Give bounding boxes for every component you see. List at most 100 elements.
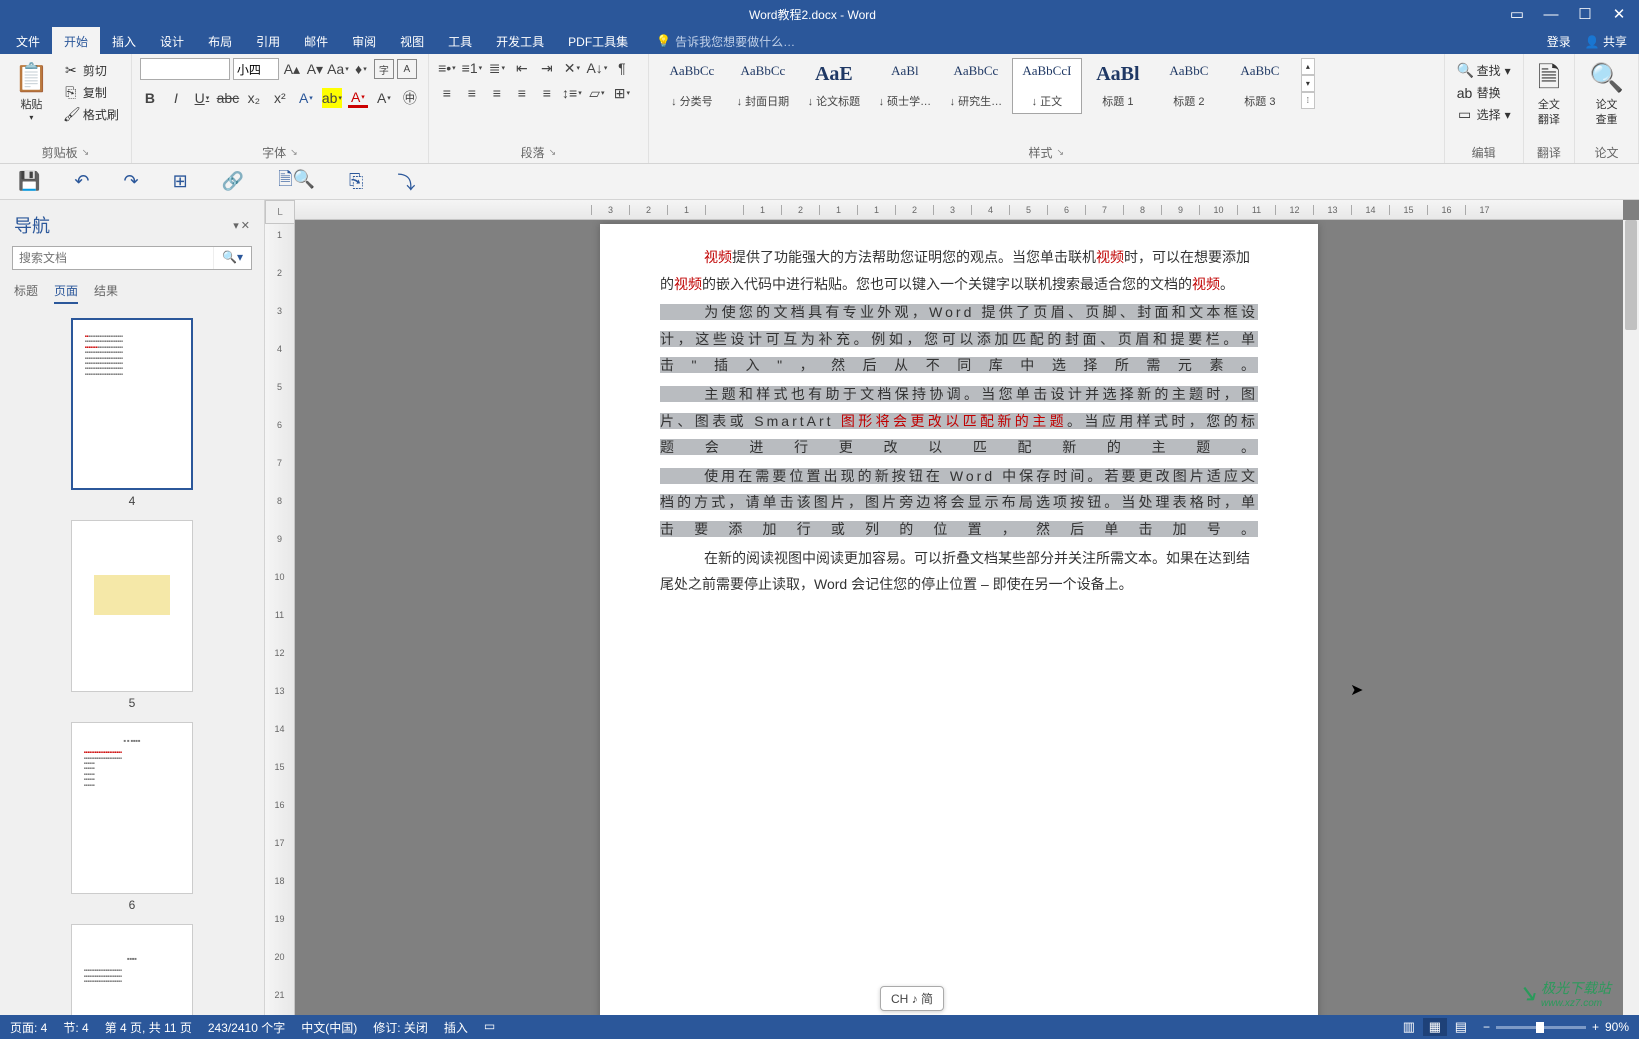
vertical-ruler[interactable]: 1234567891011121314151617181920212223 [265,220,295,1015]
bold-button[interactable]: B [140,88,160,108]
font-name-input[interactable] [140,58,230,80]
page-thumb-4[interactable]: ■■■■■■■■■■■■■■■■■■■■■■■■■■■■■■■■■■■■■■■■… [71,318,193,490]
login-button[interactable]: 登录 [1547,33,1571,50]
nav-close-icon[interactable]: ✕ [241,219,250,232]
ruler-toggle[interactable]: L [265,200,295,224]
copy-button[interactable]: ⎘复制 [59,83,123,102]
tab-view[interactable]: 视图 [388,27,436,56]
status-insert[interactable]: 插入 [444,1019,468,1036]
nav-search[interactable]: 🔍▾ [12,246,252,270]
sort-button[interactable]: A↓ [587,58,607,78]
find-button[interactable]: 🔍查找 ▾ [1453,61,1515,80]
tab-tools[interactable]: 工具 [436,27,484,56]
qat-table-button[interactable]: ⊞ [173,171,188,192]
qat-undo-button[interactable]: ↶ [74,171,89,192]
style-[interactable]: AaBbCc↓ 封面日期 [728,58,798,114]
show-marks-button[interactable]: ¶ [612,58,632,78]
borders-button[interactable]: ⊞ [612,83,632,103]
tab-review[interactable]: 审阅 [340,27,388,56]
align-justify-button[interactable]: ≡ [512,83,532,103]
grow-font-button[interactable]: A▴ [282,59,302,79]
font-size-input[interactable] [233,58,279,80]
qat-save-button[interactable]: 💾 [18,171,40,192]
cut-button[interactable]: ✂剪切 [59,61,123,80]
tab-dev[interactable]: 开发工具 [484,27,556,56]
decrease-indent-button[interactable]: ⇤ [512,58,532,78]
view-read-button[interactable]: ▥ [1397,1018,1421,1036]
style-[interactable]: AaBbCcI↓ 正文 [1012,58,1082,114]
line-spacing-button[interactable]: ↕≡ [562,83,582,103]
nav-dropdown-icon[interactable]: ▾ [233,219,239,232]
tab-home[interactable]: 开始 [52,27,100,56]
char-border-button[interactable]: A [397,59,417,79]
style-3[interactable]: AaBbC标题 3 [1225,58,1295,114]
tab-layout[interactable]: 布局 [196,27,244,56]
shading-button[interactable]: ▱ [587,83,607,103]
tab-file[interactable]: 文件 [4,27,52,56]
qat-preview-button[interactable]: 🗎🔍 [278,167,315,197]
style-2[interactable]: AaBbC标题 2 [1154,58,1224,114]
view-print-button[interactable]: ▦ [1423,1018,1447,1036]
replace-button[interactable]: ab替换 [1453,83,1515,102]
italic-button[interactable]: I [166,88,186,108]
zoom-slider-thumb[interactable] [1536,1022,1544,1033]
qat-copy-button[interactable]: ⎘ [349,171,363,192]
align-distribute-button[interactable]: ≡ [537,83,557,103]
align-right-button[interactable]: ≡ [487,83,507,103]
paste-button[interactable]: 📋粘贴▾ [8,58,55,125]
format-painter-button[interactable]: 🖌格式刷 [59,105,123,124]
styles-launcher-icon[interactable]: ↘ [1056,147,1064,158]
phonetic-guide-button[interactable]: 字 [374,59,394,79]
increase-indent-button[interactable]: ⇥ [537,58,557,78]
subscript-button[interactable]: x₂ [244,88,264,108]
status-words[interactable]: 243/2410 个字 [208,1019,285,1036]
bullets-button[interactable]: ≡• [437,58,457,78]
numbering-button[interactable]: ≡1 [462,58,482,78]
enclose-char-button[interactable]: ㊥ [400,88,420,108]
minimize-button[interactable]: — [1535,3,1567,25]
status-language[interactable]: 中文(中国) [301,1019,357,1036]
tab-references[interactable]: 引用 [244,27,292,56]
search-icon[interactable]: 🔍▾ [213,247,251,269]
qat-link-button[interactable]: 🔗 [222,171,244,192]
nav-tab-results[interactable]: 结果 [94,282,118,304]
font-color-button[interactable]: A [348,88,368,108]
page-thumb-6[interactable]: ■ ■ ■■■■■■■■■■■■■■■■■■■■■■■■■■■■■■■■■■■■… [71,722,193,894]
change-case-button[interactable]: Aa [328,59,348,79]
nav-search-input[interactable] [13,247,213,269]
status-pages[interactable]: 第 4 页, 共 11 页 [105,1019,192,1036]
font-launcher-icon[interactable]: ↘ [290,147,298,158]
style-scroll[interactable]: ▴▾⁞ [1301,58,1315,109]
vertical-scrollbar[interactable] [1623,220,1639,1015]
nav-tab-pages[interactable]: 页面 [54,282,78,304]
align-center-button[interactable]: ≡ [462,83,482,103]
char-shading-button[interactable]: A [374,88,394,108]
clear-formatting-button[interactable]: ♦ [351,59,371,79]
tab-pdf[interactable]: PDF工具集 [556,27,640,56]
qat-pagebreak-button[interactable]: ⤵ [397,169,415,195]
paper-check-button[interactable]: 🔍论文查重 [1583,58,1630,129]
style-[interactable]: AaBbCc↓ 研究生… [941,58,1011,114]
horizontal-ruler[interactable]: 3211211234567891011121314151617 [295,200,1623,220]
qat-redo-button[interactable]: ↷ [124,171,139,192]
ribbon-options-button[interactable]: ▭ [1501,3,1533,25]
style-1[interactable]: AaBl标题 1 [1083,58,1153,114]
ime-indicator[interactable]: CH ♪ 简 [880,986,944,1011]
text-effects-button[interactable]: A [296,88,316,108]
scrollbar-thumb[interactable] [1625,220,1637,330]
tab-insert[interactable]: 插入 [100,27,148,56]
style-[interactable]: AaBbCc↓ 分类号 [657,58,727,114]
close-button[interactable]: ✕ [1603,3,1635,25]
paragraph-launcher-icon[interactable]: ↘ [549,147,557,158]
shrink-font-button[interactable]: A▾ [305,59,325,79]
style-[interactable]: AaBl↓ 硕士学… [870,58,940,114]
strike-button[interactable]: abc [218,88,238,108]
document-page[interactable]: 视频提供了功能强大的方法帮助您证明您的观点。当您单击联机视频时，可以在想要添加的… [600,224,1318,1015]
view-web-button[interactable]: ▤ [1449,1018,1473,1036]
translate-button[interactable]: 🗎全文翻译 [1532,58,1567,129]
tab-design[interactable]: 设计 [148,27,196,56]
status-section[interactable]: 节: 4 [63,1019,88,1036]
status-track[interactable]: 修订: 关闭 [373,1019,428,1036]
page-thumb-5[interactable] [71,520,193,692]
status-macro-icon[interactable]: ▭ [484,1019,495,1036]
